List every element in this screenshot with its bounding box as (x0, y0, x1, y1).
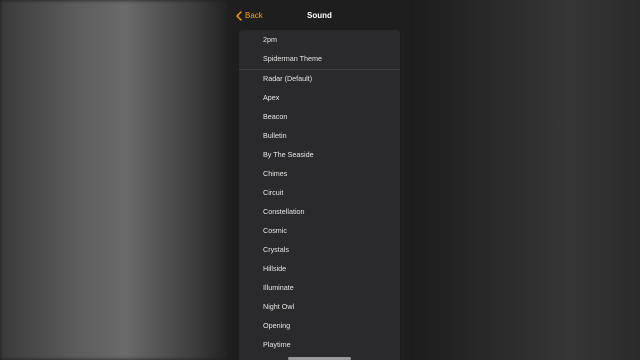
sound-item-2pm[interactable]: 2pm (239, 30, 400, 49)
scrollbar[interactable] (402, 30, 404, 360)
sound-item-night-owl[interactable]: Night Owl (239, 297, 400, 316)
sound-item-label: Chimes (263, 169, 288, 178)
sound-item-label: Illuminate (263, 283, 294, 292)
blurred-background-right (409, 0, 640, 360)
sound-item-label: Apex (263, 93, 280, 102)
sound-item-label: Opening (263, 321, 291, 330)
sound-item-label: Circuit (263, 188, 284, 197)
navigation-bar: Back Sound (230, 0, 409, 30)
page-title: Sound (307, 11, 332, 20)
sound-item-beacon[interactable]: Beacon (239, 107, 400, 126)
sound-item-crystals[interactable]: Crystals (239, 240, 400, 259)
sound-item-illuminate[interactable]: Illuminate (239, 278, 400, 297)
sound-item-label: Beacon (263, 112, 288, 121)
blurred-background-left (0, 0, 230, 360)
sound-item-label: Cosmic (263, 226, 287, 235)
sound-item-spiderman-theme[interactable]: Spiderman Theme (239, 49, 400, 68)
sound-item-label: By The Seaside (263, 150, 314, 159)
sound-item-circuit[interactable]: Circuit (239, 183, 400, 202)
sound-item-constellation[interactable]: Constellation (239, 202, 400, 221)
sound-item-chimes[interactable]: Chimes (239, 164, 400, 183)
sound-item-label: Night Owl (263, 302, 295, 311)
sound-list: 2pm Spiderman Theme Radar (Default) Apex… (239, 30, 400, 360)
sound-item-label: Hillside (263, 264, 287, 273)
sound-item-opening[interactable]: Opening (239, 316, 400, 335)
sound-item-label: Crystals (263, 245, 289, 254)
sound-item-label: Radar (Default) (263, 74, 313, 83)
sound-item-cosmic[interactable]: Cosmic (239, 221, 400, 240)
sound-item-label: Playtime (263, 340, 291, 349)
sound-item-label: Constellation (263, 207, 305, 216)
phone-screen: Back Sound 2pm Spiderman Theme Radar (De… (230, 0, 409, 360)
sound-item-bulletin[interactable]: Bulletin (239, 126, 400, 145)
sound-item-by-the-seaside[interactable]: By The Seaside (239, 145, 400, 164)
sound-item-radar[interactable]: Radar (Default) (239, 69, 400, 88)
sound-item-apex[interactable]: Apex (239, 88, 400, 107)
section-divider (239, 69, 400, 70)
sound-item-hillside[interactable]: Hillside (239, 259, 400, 278)
sound-item-playtime[interactable]: Playtime (239, 335, 400, 354)
sound-item-label: 2pm (263, 35, 277, 44)
sound-item-label: Spiderman Theme (263, 54, 322, 63)
sound-item-label: Bulletin (263, 131, 287, 140)
